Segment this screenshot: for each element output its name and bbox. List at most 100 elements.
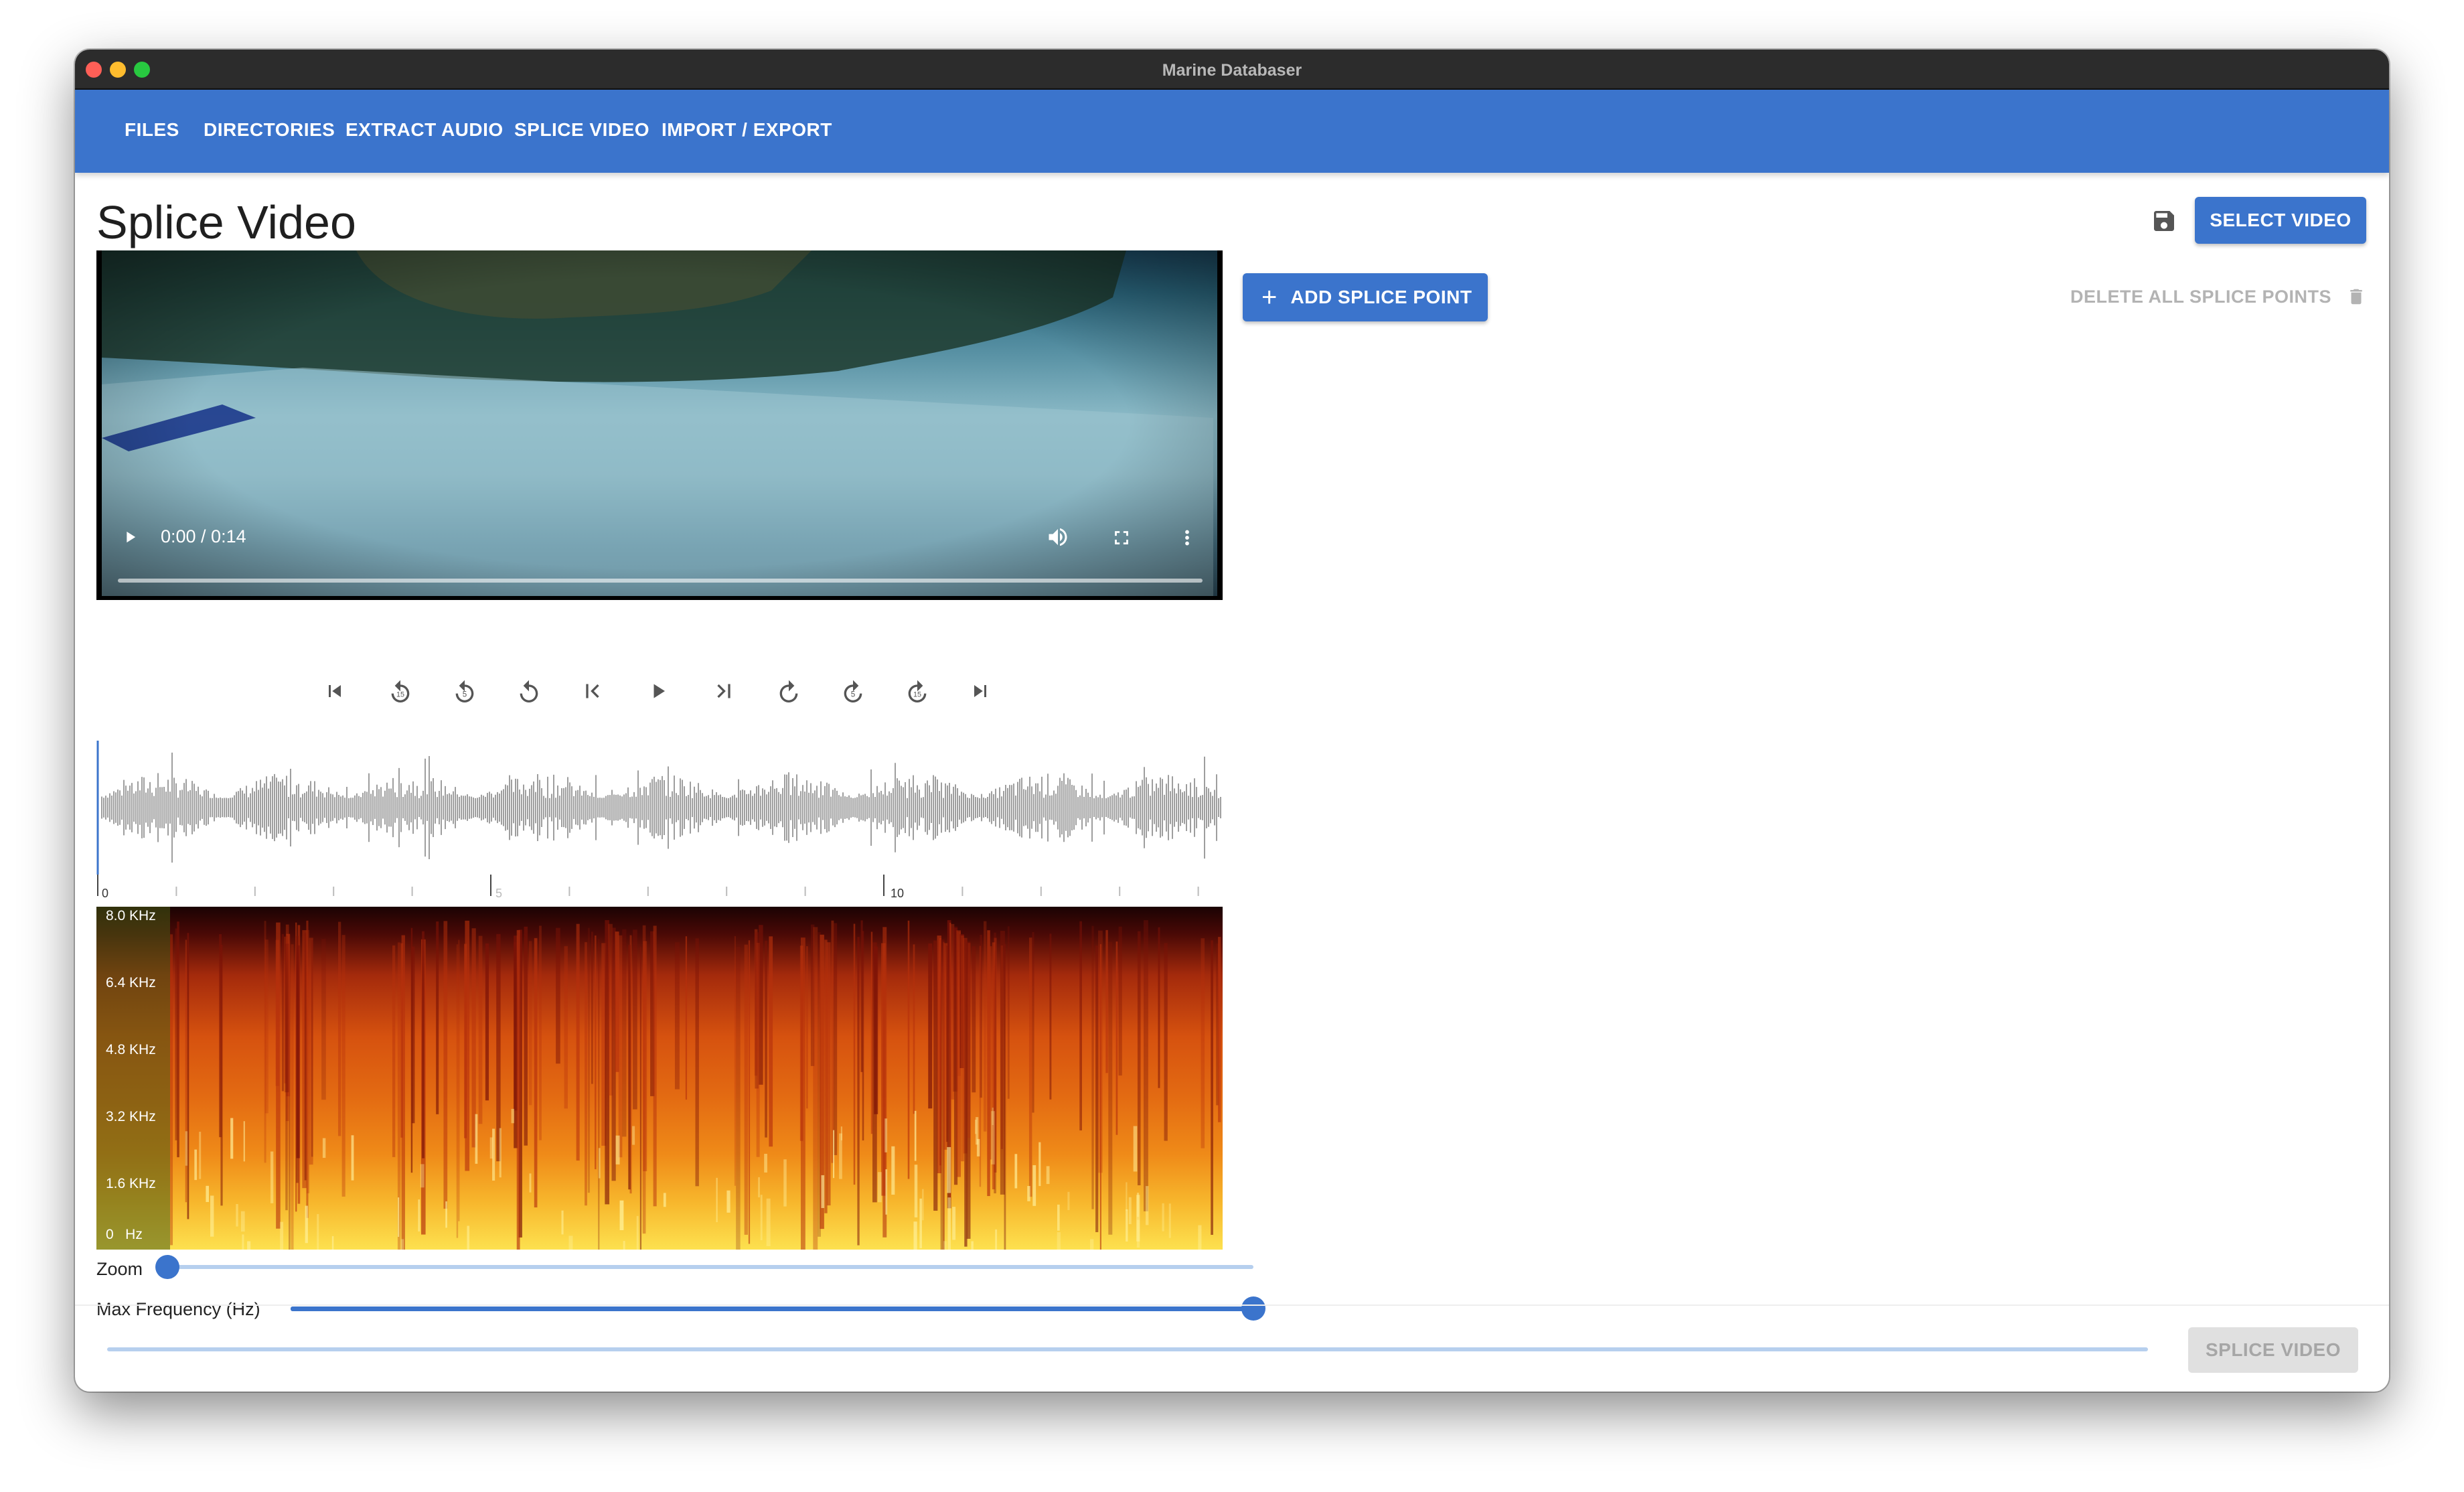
spectrogram-streak xyxy=(642,925,646,1234)
spectrogram-streak xyxy=(485,943,489,1101)
timeline-label: 0 xyxy=(102,887,109,900)
spectrogram-highlight xyxy=(1089,1239,1094,1250)
spectrogram-streak xyxy=(695,938,699,1187)
delete-all-label: DELETE ALL SPLICE POINTS xyxy=(2070,287,2332,307)
play-icon[interactable] xyxy=(647,679,671,706)
spectrogram-highlight xyxy=(420,1164,425,1188)
spectrogram-highlight xyxy=(663,1193,666,1207)
zoom-slider[interactable] xyxy=(155,1255,1253,1279)
max-frequency-slider-thumb[interactable] xyxy=(1241,1296,1265,1321)
nav-directories[interactable]: DIRECTORIES xyxy=(204,119,335,141)
spectrogram-highlight xyxy=(839,1133,842,1179)
spectrogram-highlight xyxy=(971,1241,974,1250)
spectrogram-streak xyxy=(968,943,971,1138)
audio-waveform[interactable] xyxy=(96,741,1223,875)
spectrogram-highlight xyxy=(418,1199,420,1232)
spectrogram-streak xyxy=(628,945,631,1190)
spectrogram-streak xyxy=(576,923,580,1161)
spectrogram-highlight xyxy=(1145,1186,1149,1225)
spectrogram-highlight xyxy=(305,1205,308,1244)
footer-divider xyxy=(75,1304,2389,1306)
spectrogram-streak xyxy=(1164,943,1168,1141)
fullscreen-icon[interactable] xyxy=(1110,526,1133,549)
forward-15-icon[interactable]: 15 xyxy=(904,679,931,709)
svg-text:15: 15 xyxy=(396,691,404,699)
spectrogram-streak xyxy=(813,927,818,1250)
save-icon[interactable] xyxy=(2151,208,2177,234)
spectrogram-streak xyxy=(1004,944,1006,1250)
max-frequency-slider[interactable] xyxy=(291,1296,1265,1321)
add-splice-point-label: ADD SPLICE POINT xyxy=(1290,287,1472,307)
nav-files[interactable]: FILES xyxy=(125,119,179,141)
spectrogram-highlight xyxy=(1168,1203,1171,1238)
app-window: Marine Databaser FILES DIRECTORIES EXTRA… xyxy=(75,50,2389,1392)
max-frequency-label: Max Frequency (Hz) xyxy=(96,1299,260,1319)
spectrogram-highlight xyxy=(322,1138,326,1159)
nav-splice-video[interactable]: SPLICE VIDEO xyxy=(514,119,649,141)
spectrogram-streak xyxy=(987,930,990,1197)
nav-extract-audio[interactable]: EXTRACT AUDIO xyxy=(345,119,504,141)
spectrogram-highlight xyxy=(760,1195,763,1241)
spectrogram-streak xyxy=(862,931,864,1141)
next-frame-icon[interactable] xyxy=(711,679,735,706)
spectrogram-highlight xyxy=(952,1207,956,1240)
delete-all-splice-points-button[interactable]: DELETE ALL SPLICE POINTS xyxy=(2070,287,2366,307)
spectrogram-streak xyxy=(972,946,976,1093)
rewind-5-icon[interactable]: 5 xyxy=(451,679,478,709)
spectrogram-streak xyxy=(756,942,760,1157)
spectrogram-streak xyxy=(341,935,345,1197)
spectrogram-highlight xyxy=(317,1213,319,1250)
spectrogram-streak xyxy=(857,937,860,1246)
window-title: Marine Databaser xyxy=(1162,61,1302,80)
plus-icon: + xyxy=(1261,283,1278,312)
spectrogram-highlight xyxy=(1162,1203,1164,1232)
video-progress-bar[interactable] xyxy=(118,579,1203,583)
spectrogram-highlight xyxy=(914,1165,918,1217)
spectrogram-highlight xyxy=(615,1135,620,1165)
spectrogram[interactable]: 8.0 KHz 6.4 KHz 4.8 KHz 3.2 KHz 1.6 KHz … xyxy=(96,907,1223,1250)
volume-icon[interactable] xyxy=(1046,525,1070,549)
spectrogram-streak xyxy=(1007,926,1010,1099)
video-play-icon[interactable] xyxy=(121,528,139,546)
rewind-1-icon[interactable] xyxy=(516,679,542,709)
spectrogram-highlight xyxy=(974,1120,977,1134)
spectrogram-streak xyxy=(806,946,808,1109)
spectrogram-highlight xyxy=(619,1200,624,1231)
nav-import-export[interactable]: IMPORT / EXPORT xyxy=(662,119,832,141)
add-splice-point-button[interactable]: + ADD SPLICE POINT xyxy=(1243,273,1488,321)
spectrogram-highlight xyxy=(1057,1204,1060,1231)
frequency-label: 8.0 KHz xyxy=(106,908,156,923)
video-player[interactable]: 0:00 / 0:14 xyxy=(96,250,1223,600)
skip-to-start-icon[interactable] xyxy=(323,679,347,706)
forward-1-icon[interactable] xyxy=(775,679,802,709)
spectrogram-streak xyxy=(1218,937,1221,1122)
video-time: 0:00 / 0:14 xyxy=(161,526,246,546)
rewind-15-icon[interactable]: 15 xyxy=(387,679,414,709)
spectrogram-streak xyxy=(281,934,285,1092)
spectrogram-streak xyxy=(296,945,300,1159)
spectrogram-streak xyxy=(516,929,520,1250)
zoom-slider-thumb[interactable] xyxy=(155,1255,179,1279)
spectrogram-streak xyxy=(913,944,915,1114)
select-video-button[interactable]: SELECT VIDEO xyxy=(2195,197,2366,244)
more-vert-icon[interactable] xyxy=(1176,526,1199,549)
splice-video-button[interactable]: SPLICE VIDEO xyxy=(2188,1327,2358,1373)
spectrogram-streak xyxy=(1105,929,1108,1073)
forward-5-icon[interactable]: 5 xyxy=(840,679,866,709)
spectrogram-streak xyxy=(734,936,737,1186)
skip-to-end-icon[interactable] xyxy=(968,679,992,706)
title-bar: Marine Databaser xyxy=(75,50,2389,90)
spectrogram-streak xyxy=(524,926,528,1146)
spectrogram-highlight xyxy=(764,1153,767,1173)
spectrogram-highlight xyxy=(947,1146,951,1193)
spectrogram-highlight xyxy=(1126,1182,1128,1211)
spectrogram-streak xyxy=(653,925,657,1207)
spectrogram-streak xyxy=(443,921,448,1209)
spectrogram-highlight xyxy=(242,1234,244,1250)
spectrogram-streak xyxy=(870,931,873,1134)
spectrogram-highlight xyxy=(943,1241,947,1250)
spectrogram-streak xyxy=(321,939,326,1100)
spectrogram-streak xyxy=(598,939,600,1250)
spectrogram-highlight xyxy=(199,1132,202,1179)
previous-frame-icon[interactable] xyxy=(581,679,605,706)
